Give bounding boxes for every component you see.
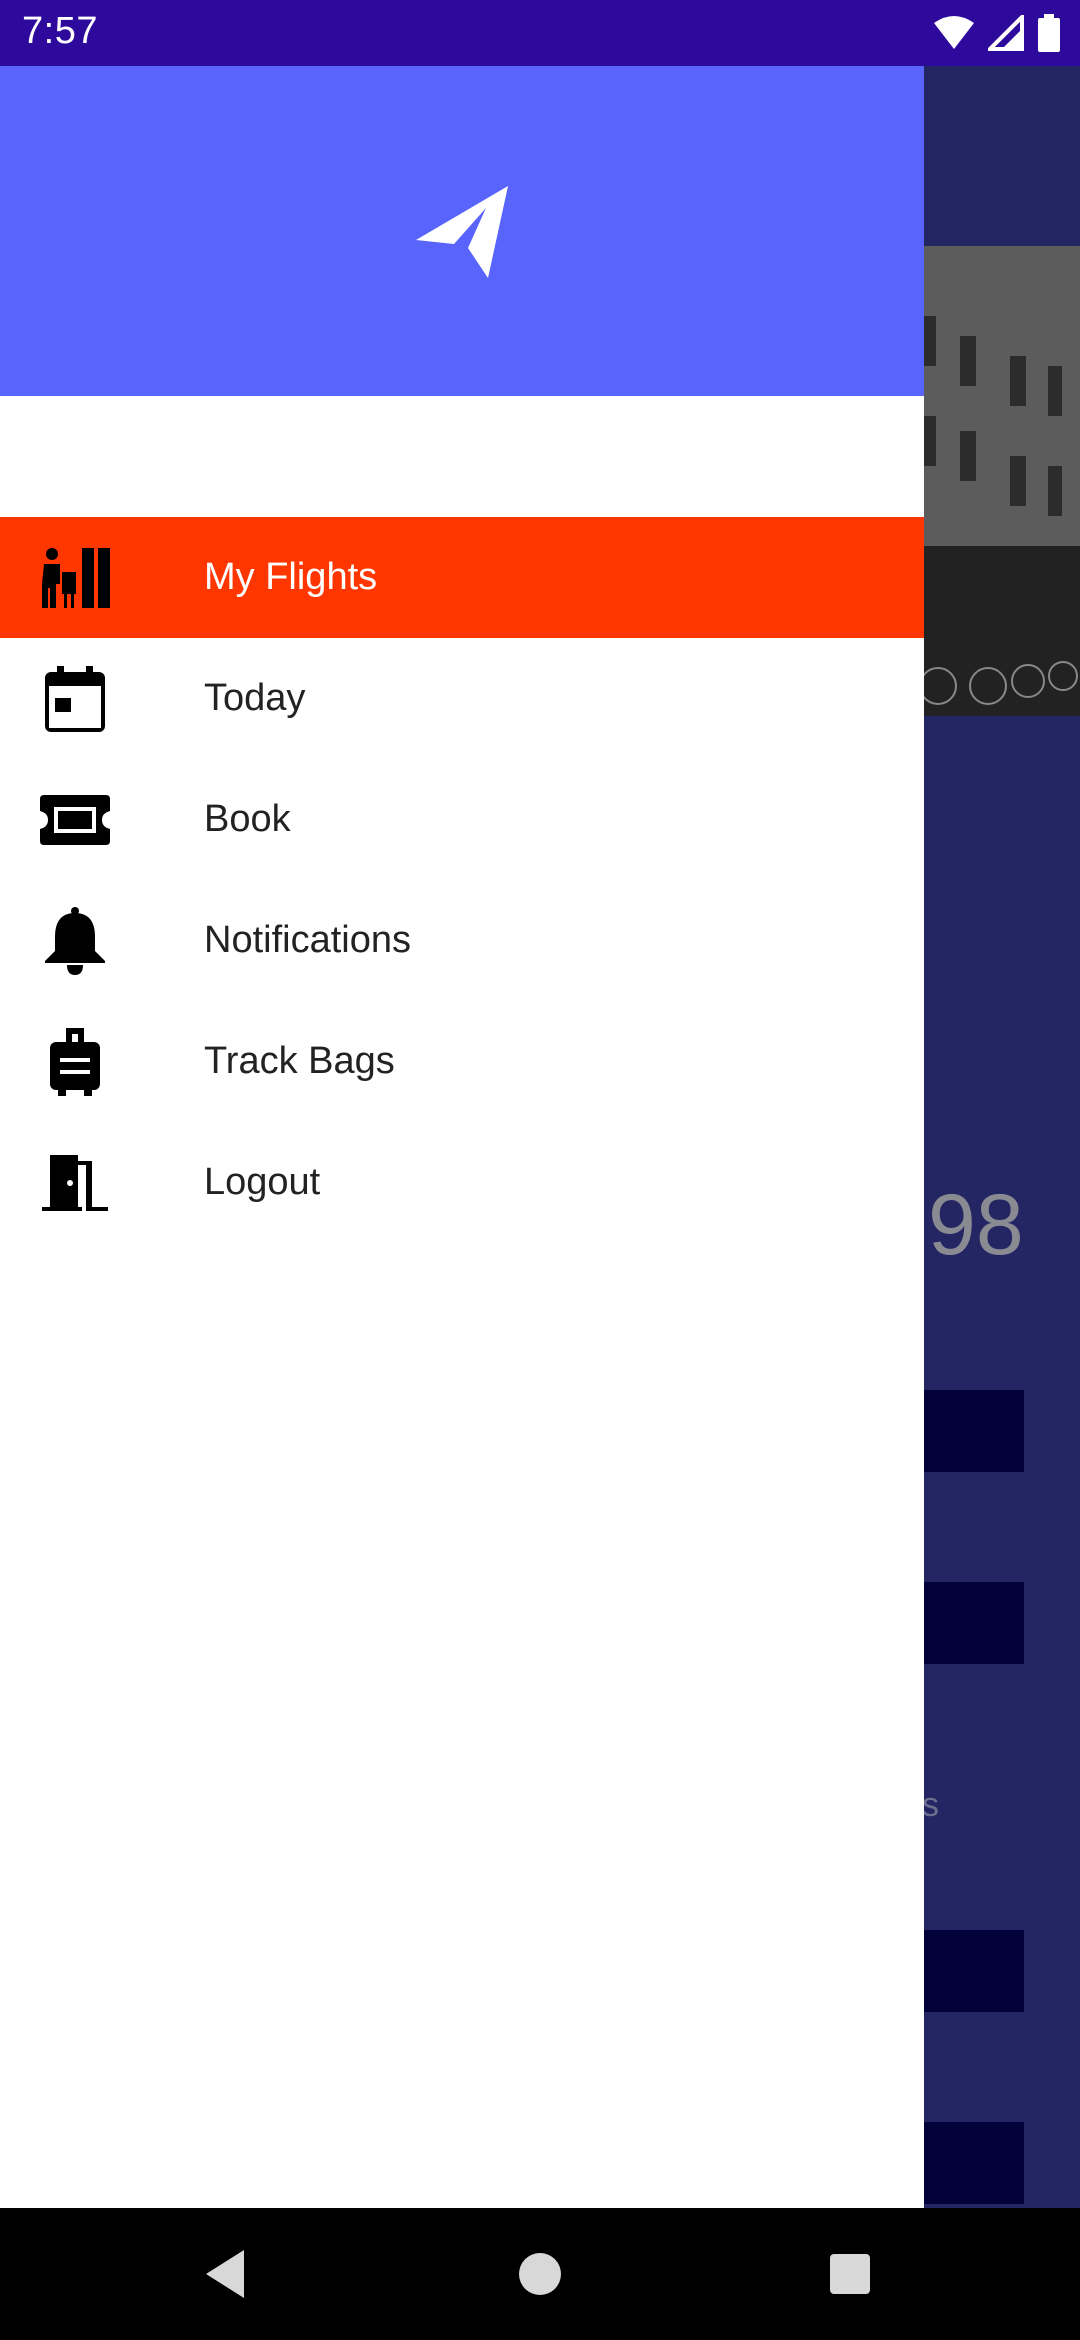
- menu-label-notifications: Notifications: [204, 919, 411, 961]
- menu-item-logout[interactable]: Logout: [0, 1122, 924, 1243]
- background-field-1: [924, 1390, 1024, 1472]
- background-field-2: [924, 1582, 1024, 1664]
- door-exit-icon: [40, 1148, 110, 1218]
- calendar-icon: [40, 664, 110, 734]
- wifi-icon: [934, 16, 974, 49]
- status-time: 7:57: [22, 10, 98, 52]
- menu-label-logout: Logout: [204, 1161, 321, 1203]
- background-field-4: [924, 2122, 1024, 2204]
- recents-icon[interactable]: [820, 2244, 880, 2304]
- background-building-photo: [918, 246, 1080, 716]
- back-icon[interactable]: [196, 2244, 256, 2304]
- drawer-menu: My Flights Today Book Notifications Trac…: [0, 517, 924, 1243]
- battery-icon: [1038, 14, 1060, 52]
- menu-label-track-bags: Track Bags: [204, 1040, 395, 1082]
- menu-item-my-flights[interactable]: My Flights: [0, 517, 924, 638]
- menu-label-book: Book: [204, 798, 291, 840]
- background-number-fragment: 98: [928, 1177, 1024, 1273]
- signal-icon: [988, 15, 1024, 51]
- navigation-drawer: My Flights Today Book Notifications Trac…: [0, 66, 924, 2208]
- menu-item-today[interactable]: Today: [0, 638, 924, 759]
- status-bar: 7:57: [0, 0, 1080, 66]
- menu-label-my-flights: My Flights: [204, 556, 378, 598]
- bell-icon: [40, 906, 110, 976]
- menu-label-today: Today: [204, 677, 306, 719]
- system-nav-bar: [0, 2208, 1080, 2340]
- status-icons: [934, 14, 1060, 52]
- menu-item-book[interactable]: Book: [0, 759, 924, 880]
- background-field-3: [924, 1930, 1024, 2012]
- drawer-header: [0, 66, 924, 396]
- home-icon[interactable]: [510, 2244, 570, 2304]
- suitcase-icon: [40, 1027, 110, 1097]
- traveler-luggage-icon: [40, 543, 110, 613]
- ticket-icon: [40, 785, 110, 855]
- background-faint-text: s: [922, 1786, 939, 1824]
- menu-item-track-bags[interactable]: Track Bags: [0, 1001, 924, 1122]
- paper-plane-icon: [416, 186, 508, 278]
- menu-item-notifications[interactable]: Notifications: [0, 880, 924, 1001]
